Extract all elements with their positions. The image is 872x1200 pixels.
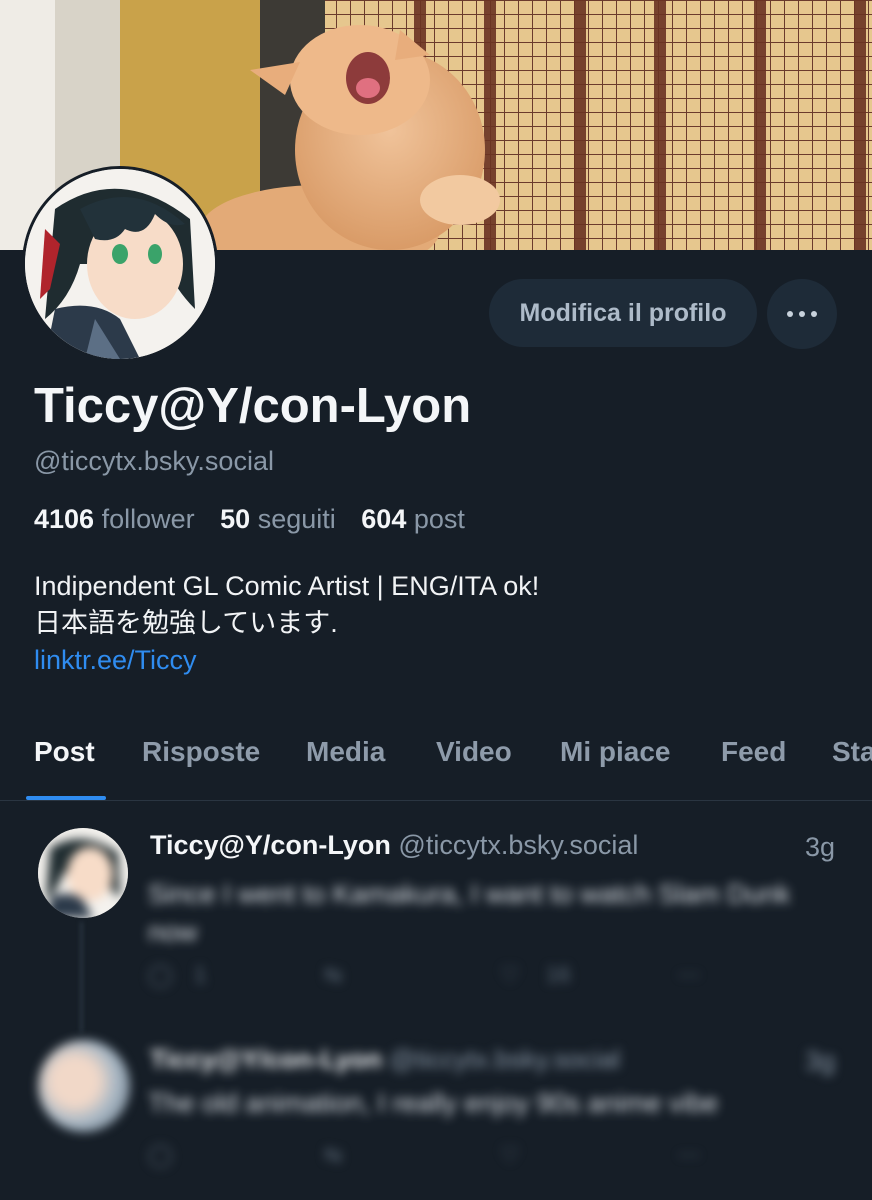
post-author-handle: @ticcytx.bsky.social bbox=[398, 830, 639, 860]
post-author-avatar[interactable] bbox=[38, 828, 128, 918]
tab-risposte[interactable]: Risposte bbox=[142, 736, 260, 768]
reply-count: 1 bbox=[194, 962, 207, 987]
ellipsis-icon bbox=[784, 311, 820, 317]
profile-tabs: Post Risposte Media Video Mi piace Feed … bbox=[0, 720, 872, 800]
like-icon[interactable]: ♡ bbox=[500, 962, 520, 988]
like-icon[interactable]: ♡ bbox=[500, 1142, 520, 1168]
following-stat[interactable]: 50 seguiti bbox=[220, 504, 336, 534]
repost-icon[interactable]: ⇆ bbox=[324, 1142, 342, 1168]
tab-feed[interactable]: Feed bbox=[721, 736, 786, 768]
profile-avatar[interactable] bbox=[22, 166, 218, 362]
post-text[interactable]: Since I went to Kamakura, I want to watc… bbox=[148, 875, 838, 951]
post-timestamp: 3g bbox=[805, 1046, 836, 1076]
profile-handle: @ticcytx.bsky.social bbox=[34, 446, 274, 476]
tab-starter-packs[interactable]: Sta bbox=[832, 736, 872, 768]
tab-video[interactable]: Video bbox=[436, 736, 512, 768]
profile-display-name: Ticcy@Y/con-Lyon bbox=[34, 379, 472, 433]
thread-line bbox=[80, 922, 83, 1032]
more-icon[interactable]: ⋯ bbox=[678, 962, 700, 988]
repost-icon[interactable]: ⇆ bbox=[324, 962, 342, 988]
tab-mi-piace[interactable]: Mi piace bbox=[560, 736, 670, 768]
bio-link[interactable]: linktr.ee/Ticcy bbox=[34, 642, 539, 679]
post-timestamp: 3g bbox=[805, 832, 836, 862]
posts-count: 604 bbox=[361, 504, 407, 534]
bio-line: Indipendent GL Comic Artist | ENG/ITA ok… bbox=[34, 571, 540, 601]
reply-icon[interactable]: ◯ bbox=[148, 1142, 173, 1168]
reply-icon[interactable]: ◯ bbox=[148, 962, 173, 988]
following-count: 50 bbox=[220, 504, 251, 534]
followers-stat[interactable]: 4106 follower bbox=[34, 504, 195, 534]
more-icon[interactable]: ⋯ bbox=[678, 1142, 700, 1168]
post-author-name[interactable]: Ticcy@Y/con-Lyon bbox=[150, 830, 391, 860]
profile-stats: 4106 follower 50 seguiti 604 post bbox=[34, 504, 465, 535]
like-count: 16 bbox=[546, 962, 571, 987]
bio-line: 日本語を勉強しています. bbox=[34, 608, 338, 638]
followers-count: 4106 bbox=[34, 504, 95, 534]
post-actions: ◯ ⇆ ♡ ⋯ bbox=[148, 1142, 848, 1182]
post-author-avatar[interactable] bbox=[38, 1040, 130, 1132]
posts-stat: 604 post bbox=[361, 504, 465, 534]
following-label: seguiti bbox=[257, 504, 336, 534]
post-author-line: Ticcy@Y/con-Lyon @ticcytx.bsky.social bbox=[150, 1044, 620, 1075]
post-author-handle: @ticcytx.bsky.social bbox=[389, 1044, 621, 1074]
more-options-button[interactable] bbox=[767, 279, 837, 349]
post-author-line: Ticcy@Y/con-Lyon @ticcytx.bsky.social bbox=[150, 830, 638, 861]
post-actions: ◯ 1 ⇆ ♡ 16 ⋯ bbox=[148, 962, 848, 1002]
tab-post[interactable]: Post bbox=[34, 736, 95, 768]
followers-label: follower bbox=[101, 504, 195, 534]
tab-media[interactable]: Media bbox=[306, 736, 385, 768]
edit-profile-button[interactable]: Modifica il profilo bbox=[489, 279, 757, 347]
tabs-divider bbox=[0, 800, 872, 801]
profile-bio: Indipendent GL Comic Artist | ENG/ITA ok… bbox=[34, 568, 539, 679]
post-author-name[interactable]: Ticcy@Y/con-Lyon bbox=[150, 1044, 382, 1074]
posts-label: post bbox=[413, 504, 465, 534]
post-text[interactable]: The old animation, I really enjoy 90s an… bbox=[148, 1088, 718, 1119]
